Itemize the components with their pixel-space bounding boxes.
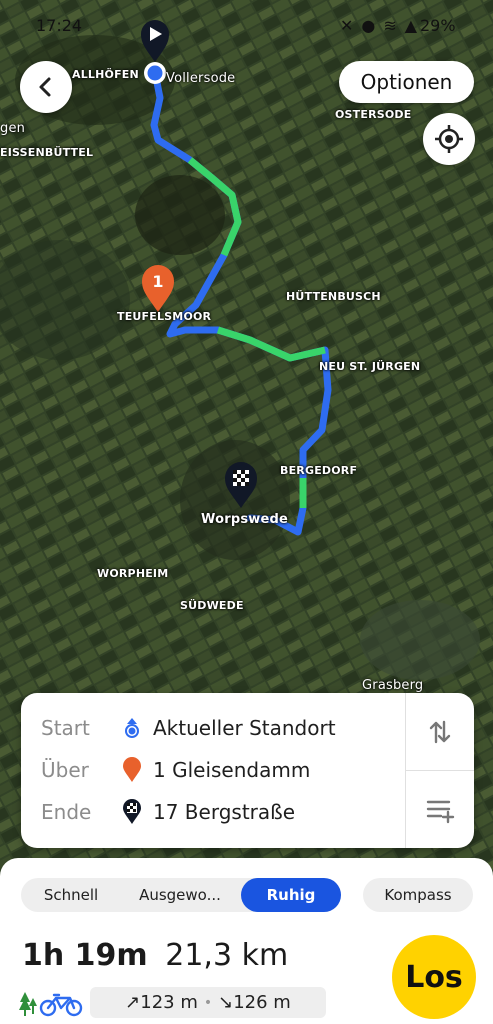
route-distance: 21,3 km	[165, 938, 289, 973]
mode-ausgewogen[interactable]: Ausgewo...	[121, 878, 239, 912]
back-button[interactable]	[20, 61, 72, 113]
map-label: SÜDWEDE	[180, 599, 244, 612]
current-location-icon	[125, 718, 139, 738]
via-pin-icon	[123, 757, 141, 782]
end-value: 17 Bergstraße	[153, 800, 296, 824]
map-label: WORPHEIM	[97, 567, 169, 580]
descent-value: ↘126 m	[218, 992, 291, 1013]
route-card: Start Aktueller Standort Über 1 Gleisend…	[21, 693, 474, 848]
map-label: TEUFELSMOOR	[117, 310, 212, 323]
status-icons: ✕ ● ≋ ▲	[340, 16, 417, 35]
map-label: BERGEDORF	[280, 464, 358, 477]
svg-text:1: 1	[152, 272, 163, 291]
start-row[interactable]: Start Aktueller Standort	[41, 713, 336, 743]
mute-icon: ✕	[340, 16, 354, 35]
elevation-separator: •	[203, 994, 213, 1011]
route-duration: 1h 19m	[22, 938, 148, 973]
swap-vertical-icon	[429, 720, 451, 743]
mode-ruhig[interactable]: Ruhig	[241, 878, 341, 912]
ascent-value: ↗123 m	[125, 992, 198, 1013]
crosshair-icon	[435, 125, 463, 153]
wifi-icon: ≋	[383, 16, 397, 35]
location-icon: ●	[361, 16, 376, 35]
map-label: EISSENBÜTTEL	[0, 146, 94, 159]
locate-button[interactable]	[423, 113, 475, 165]
via-row[interactable]: Über 1 Gleisendamm	[41, 755, 310, 785]
chevron-left-icon	[39, 77, 51, 97]
map-label: Grasberg	[362, 678, 424, 693]
mode-schnell[interactable]: Schnell	[21, 878, 121, 912]
map-label: Vollersode	[166, 71, 236, 86]
destination-pin-icon	[123, 799, 141, 824]
via-value: 1 Gleisendamm	[153, 758, 311, 782]
via-label: Über	[41, 758, 89, 782]
start-value: Aktueller Standort	[153, 716, 336, 740]
map-label: Worpswede	[201, 512, 289, 527]
routing-mode-selector: Schnell Ausgewo... Ruhig	[21, 878, 341, 912]
status-time: 17:24	[36, 16, 83, 35]
map-label: NEU ST. JÜRGEN	[319, 360, 421, 373]
map-label: HÜTTENBUSCH	[286, 290, 381, 303]
start-label: Start	[41, 716, 90, 740]
battery-level: 29%	[420, 16, 456, 35]
route-stats: 1h 19m 21,3 km	[22, 938, 288, 973]
signal-icon: ▲	[404, 16, 418, 35]
bike-route-icon	[19, 992, 83, 1017]
elevation-summary: ↗123 m • ↘126 m	[90, 987, 326, 1018]
end-label: Ende	[41, 800, 92, 824]
add-stop-button[interactable]	[406, 771, 474, 848]
map-label: gen	[0, 121, 26, 136]
end-row[interactable]: Ende 17 Bergstraße	[41, 797, 295, 827]
swap-button[interactable]	[406, 693, 474, 770]
add-stop-icon	[426, 800, 455, 823]
kompass-button[interactable]: Kompass	[363, 878, 473, 912]
options-button[interactable]: Optionen	[339, 61, 474, 103]
start-navigation-button[interactable]: Los	[392, 935, 476, 1019]
map-label: OSTERSODE	[335, 108, 412, 121]
map-label: ALLHÖFEN	[72, 68, 139, 81]
